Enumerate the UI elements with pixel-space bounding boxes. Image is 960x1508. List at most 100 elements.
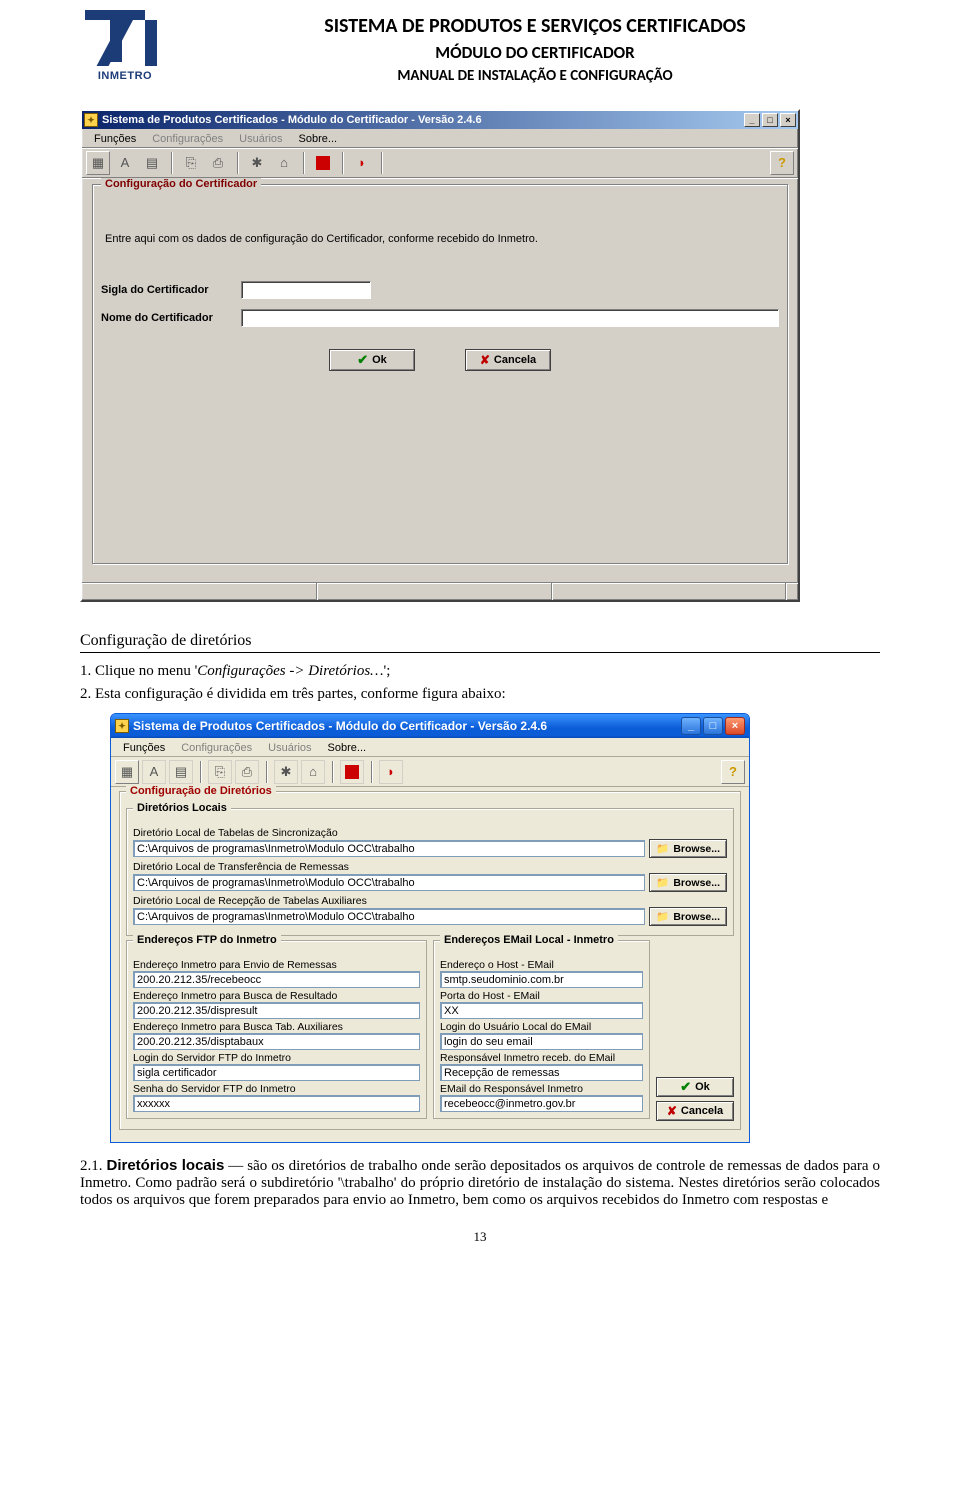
- paragraph-2-1: 2.1. Diretórios locais — são os diretóri…: [80, 1157, 880, 1209]
- input-ftp-senha[interactable]: [133, 1095, 420, 1112]
- app-icon: ✦: [84, 113, 98, 127]
- menu-configuracoes[interactable]: Configurações: [144, 131, 231, 147]
- toolbar-btn-5[interactable]: ⎙: [206, 151, 230, 175]
- input-mail-addr[interactable]: [440, 1095, 643, 1112]
- input-mail-login[interactable]: [440, 1033, 643, 1050]
- titlebar-xp[interactable]: ✦ Sistema de Produtos Certificados - Mód…: [111, 714, 749, 738]
- maximize-button[interactable]: □: [762, 113, 778, 127]
- input-ftp-envio[interactable]: [133, 971, 420, 988]
- cancel-button[interactable]: ✘Cancela: [465, 349, 551, 371]
- input-ftp-login[interactable]: [133, 1064, 420, 1081]
- group-legend: Configuração do Certificador: [101, 178, 261, 190]
- input-ftp-aux[interactable]: [133, 1033, 420, 1050]
- doc-title-3: MANUAL DE INSTALAÇÃO E CONFIGURAÇÃO: [190, 67, 880, 85]
- lbl-ftp-envio: Endereço Inmetro para Envio de Remessas: [133, 959, 420, 971]
- label-sigla: Sigla do Certificador: [101, 284, 241, 296]
- menubar-xp: Funções Configurações Usuários Sobre...: [111, 738, 749, 757]
- toolbar-btn-2[interactable]: A: [142, 760, 166, 784]
- ok-button[interactable]: ✔Ok: [329, 349, 415, 371]
- toolbar-btn-exit[interactable]: ◗: [379, 760, 403, 784]
- doc-title-1: SISTEMA DE PRODUTOS E SERVIÇOS CERTIFICA…: [190, 14, 880, 38]
- close-button[interactable]: ×: [780, 113, 796, 127]
- input-local-aux[interactable]: [133, 908, 645, 925]
- toolbar-btn-4[interactable]: ⎘: [179, 151, 203, 175]
- menu-funcoes[interactable]: Funções: [115, 740, 173, 756]
- instructions-text: Entre aqui com os dados de configuração …: [105, 233, 775, 245]
- window-title: Sistema de Produtos Certificados - Módul…: [102, 114, 482, 126]
- inmetro-logo: INMETRO: [80, 10, 170, 82]
- group-config-certificador: Configuração do Certificador Entre aqui …: [92, 184, 788, 564]
- toolbar-btn-3[interactable]: ▤: [140, 151, 164, 175]
- group-ftp: Endereços FTP do Inmetro Endereço Inmetr…: [126, 940, 427, 1119]
- logo-text: INMETRO: [80, 70, 170, 82]
- screenshot-config-diretorios: ✦ Sistema de Produtos Certificados - Mód…: [110, 713, 750, 1143]
- toolbar-btn-exit[interactable]: ◗: [350, 151, 374, 175]
- input-local-remessas[interactable]: [133, 874, 645, 891]
- lbl-mail-addr: EMail do Responsável Inmetro: [440, 1083, 643, 1095]
- toolbar-xp: ▦ A ▤ ⎘ ⎙ ✱ ⌂ ◗ ?: [111, 757, 749, 787]
- step-1: 1. Clique no menu 'Configurações -> Dire…: [80, 663, 880, 680]
- toolbar-btn-7[interactable]: ⌂: [301, 760, 325, 784]
- step-2: 2. Esta configuração é dividida em três …: [80, 686, 880, 703]
- minimize-button[interactable]: _: [744, 113, 760, 127]
- menu-configuracoes[interactable]: Configurações: [173, 740, 260, 756]
- menu-usuarios[interactable]: Usuários: [260, 740, 319, 756]
- toolbar-btn-5[interactable]: ⎙: [235, 760, 259, 784]
- window-title-xp: Sistema de Produtos Certificados - Módul…: [133, 719, 547, 733]
- input-local-sync[interactable]: [133, 840, 645, 857]
- menu-usuarios[interactable]: Usuários: [231, 131, 290, 147]
- app-icon: ✦: [115, 719, 129, 733]
- toolbar-btn-1[interactable]: ▦: [115, 760, 139, 784]
- lbl-ftp-login: Login do Servidor FTP do Inmetro: [133, 1052, 420, 1064]
- label-nome: Nome do Certificador: [101, 312, 241, 324]
- input-nome[interactable]: [241, 309, 779, 327]
- input-mail-port[interactable]: [440, 1002, 643, 1019]
- ok-button-xp[interactable]: ✔Ok: [656, 1077, 734, 1097]
- group-legend-email: Endereços EMail Local - Inmetro: [440, 934, 618, 946]
- toolbar-btn-6[interactable]: ✱: [245, 151, 269, 175]
- browse-button-3[interactable]: 📁 Browse...: [649, 907, 727, 926]
- minimize-button[interactable]: _: [681, 717, 701, 735]
- titlebar[interactable]: ✦ Sistema de Produtos Certificados - Mód…: [82, 111, 798, 129]
- input-mail-host[interactable]: [440, 971, 643, 988]
- doc-title-2: MÓDULO DO CERTIFICADOR: [190, 42, 880, 63]
- section-heading: Configuração de diretórios: [80, 632, 880, 653]
- lbl-local-aux: Diretório Local de Recepção de Tabelas A…: [133, 895, 727, 907]
- input-mail-resp[interactable]: [440, 1064, 643, 1081]
- toolbar-btn-7[interactable]: ⌂: [272, 151, 296, 175]
- lbl-mail-resp: Responsável Inmetro receb. do EMail: [440, 1052, 643, 1064]
- lbl-mail-port: Porta do Host - EMail: [440, 990, 643, 1002]
- maximize-button[interactable]: □: [703, 717, 723, 735]
- toolbar-btn-1[interactable]: ▦: [86, 151, 110, 175]
- toolbar-btn-red[interactable]: [311, 151, 335, 175]
- menu-funcoes[interactable]: Funções: [86, 131, 144, 147]
- group-legend-local: Diretórios Locais: [133, 802, 231, 814]
- close-button[interactable]: ×: [725, 717, 745, 735]
- toolbar-btn-help[interactable]: ?: [721, 760, 745, 784]
- toolbar-btn-help[interactable]: ?: [770, 151, 794, 175]
- menu-sobre[interactable]: Sobre...: [320, 740, 375, 756]
- toolbar-btn-4[interactable]: ⎘: [208, 760, 232, 784]
- menubar: Funções Configurações Usuários Sobre...: [82, 129, 798, 148]
- page-number: 13: [80, 1229, 880, 1245]
- input-sigla[interactable]: [241, 281, 371, 299]
- screenshot-config-certificador: ✦ Sistema de Produtos Certificados - Mód…: [80, 109, 800, 602]
- lbl-ftp-result: Endereço Inmetro para Busca de Resultado: [133, 990, 420, 1002]
- browse-button-2[interactable]: 📁 Browse...: [649, 873, 727, 892]
- toolbar-btn-6[interactable]: ✱: [274, 760, 298, 784]
- toolbar-btn-red[interactable]: [340, 760, 364, 784]
- lbl-mail-login: Login do Usuário Local do EMail: [440, 1021, 643, 1033]
- group-legend-main: Configuração de Diretórios: [126, 785, 276, 797]
- lbl-mail-host: Endereço o Host - EMail: [440, 959, 643, 971]
- toolbar-btn-2[interactable]: A: [113, 151, 137, 175]
- browse-button-1[interactable]: 📁 Browse...: [649, 839, 727, 858]
- toolbar-btn-3[interactable]: ▤: [169, 760, 193, 784]
- menu-sobre[interactable]: Sobre...: [291, 131, 346, 147]
- toolbar: ▦ A ▤ ⎘ ⎙ ✱ ⌂ ◗ ?: [82, 148, 798, 178]
- lbl-local-sync: Diretório Local de Tabelas de Sincroniza…: [133, 827, 727, 839]
- cancel-button-xp[interactable]: ✘Cancela: [656, 1101, 734, 1121]
- group-config-diretorios: Configuração de Diretórios Diretórios Lo…: [119, 791, 741, 1130]
- input-ftp-result[interactable]: [133, 1002, 420, 1019]
- lbl-local-remessas: Diretório Local de Transferência de Reme…: [133, 861, 727, 873]
- lbl-ftp-aux: Endereço Inmetro para Busca Tab. Auxilia…: [133, 1021, 420, 1033]
